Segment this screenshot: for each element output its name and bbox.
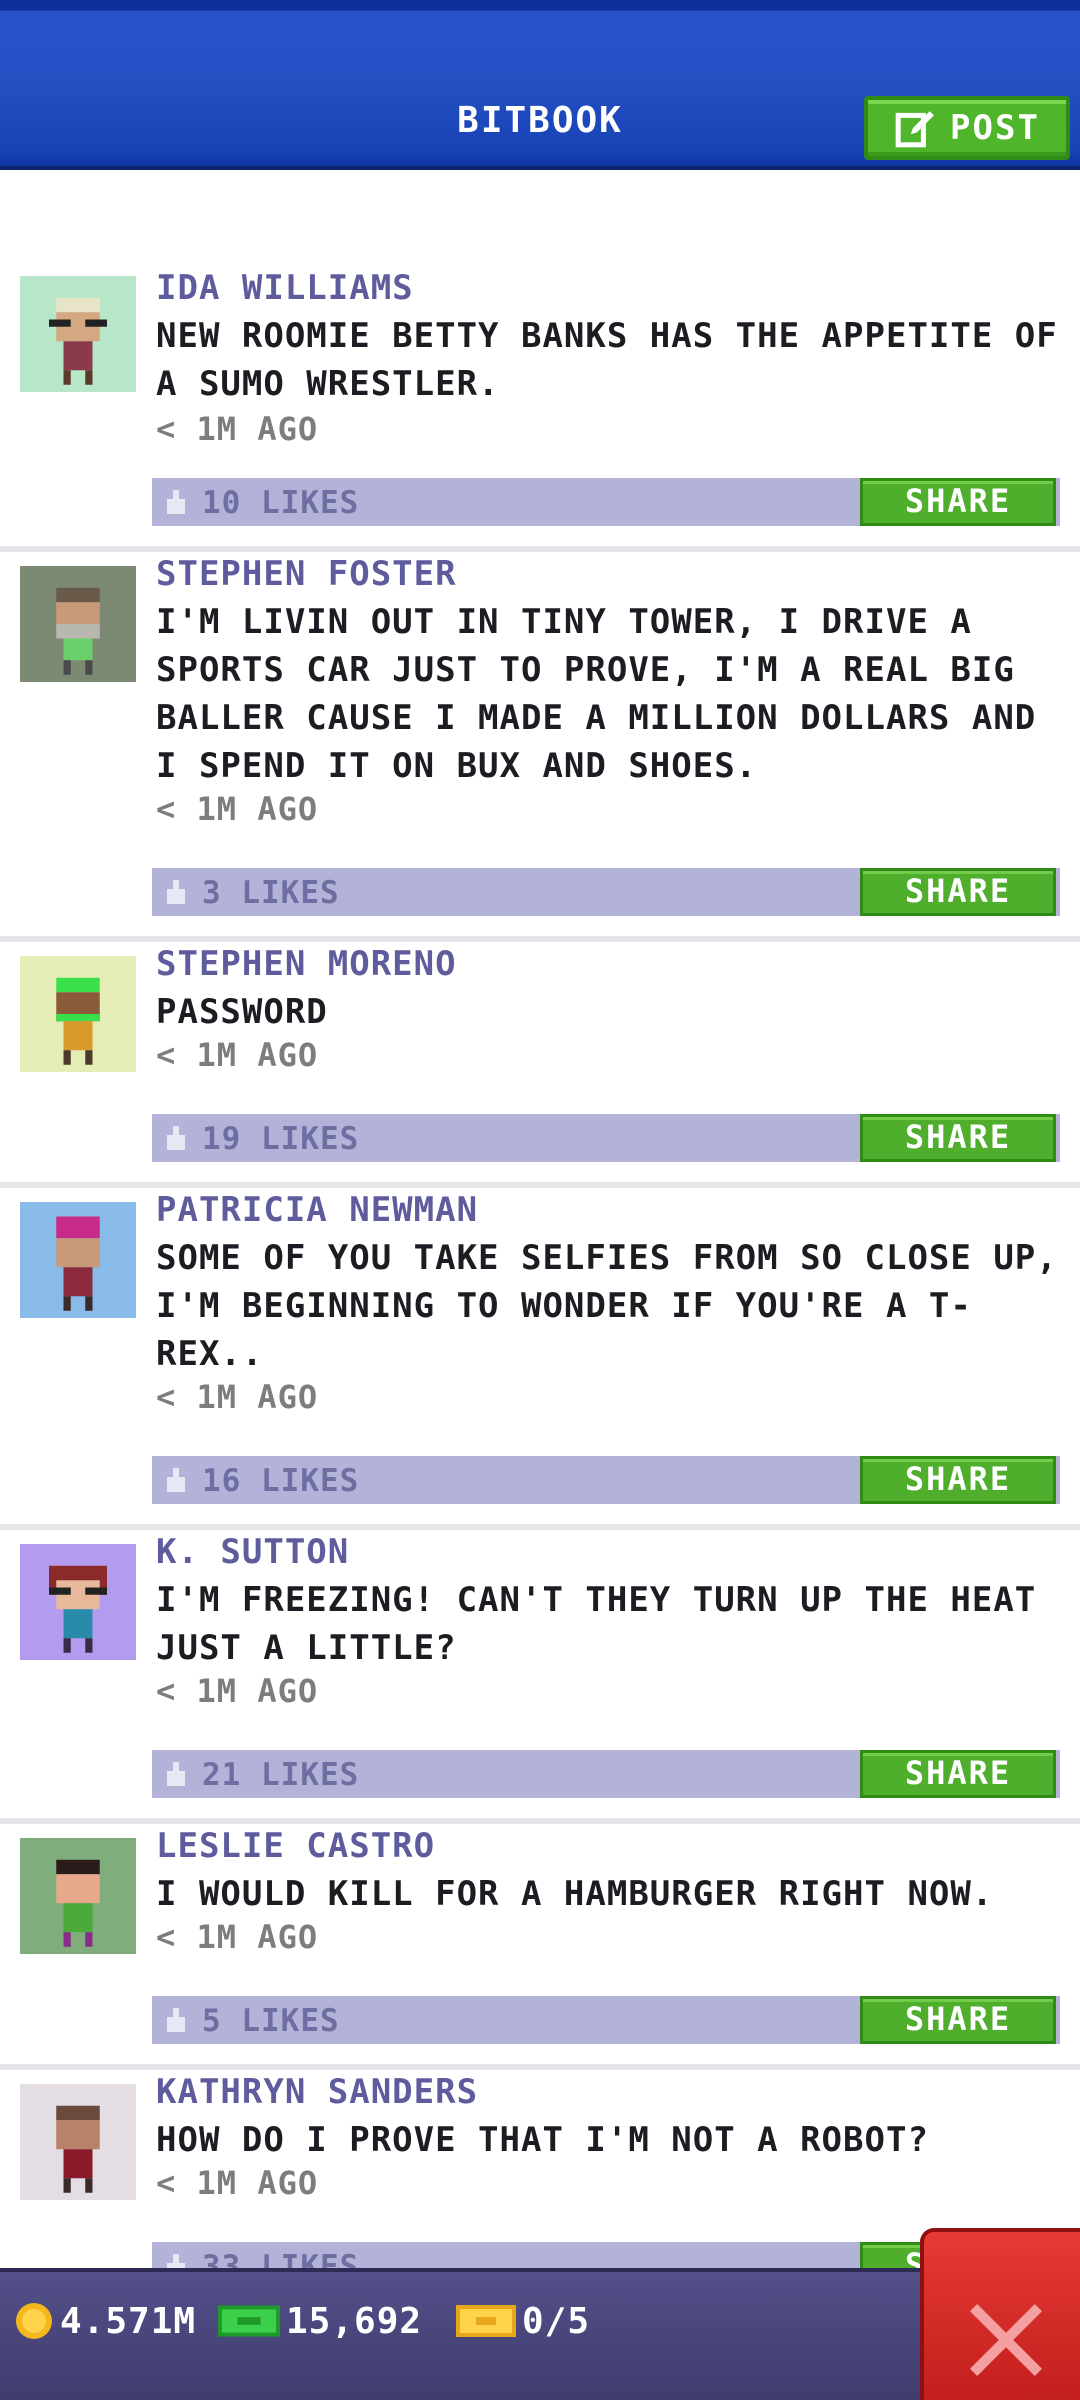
like-count: 19 LIKES xyxy=(202,1121,360,1157)
feed-post: STEPHEN FOSTER I'M LIVIN OUT IN TINY TOW… xyxy=(0,552,1080,942)
post-text: I'M FREEZING! CAN'T THEY TURN UP THE HEA… xyxy=(156,1580,1037,1668)
post-text: NEW ROOMIE BETTY BANKS HAS THE APPETITE … xyxy=(156,316,1058,404)
avatar[interactable] xyxy=(20,2084,136,2200)
bux-value: 15,692 xyxy=(286,2300,423,2342)
bitizen-avatar-icon xyxy=(56,2105,100,2193)
avatar[interactable] xyxy=(20,1838,136,1954)
share-button[interactable]: SHARE xyxy=(860,478,1056,526)
thumbs-up-icon xyxy=(167,1126,185,1150)
like-count: 16 LIKES xyxy=(202,1463,360,1499)
share-button[interactable]: SHARE xyxy=(860,1750,1056,1798)
like-bar[interactable]: 10 LIKES SHARE xyxy=(152,478,1060,526)
post-time: < 1M AGO xyxy=(156,2164,319,2202)
feed-post: IDA WILLIAMS NEW ROOMIE BETTY BANKS HAS … xyxy=(0,176,1080,552)
post-text: PASSWORD xyxy=(156,992,328,1032)
avatar[interactable] xyxy=(20,1544,136,1660)
post-time: < 1M AGO xyxy=(156,1672,319,1710)
post-button-label: POST xyxy=(950,108,1040,148)
author-name[interactable]: STEPHEN MORENO xyxy=(156,944,457,984)
like-bar[interactable]: 16 LIKES SHARE xyxy=(152,1456,1060,1504)
close-x-icon xyxy=(970,2304,1042,2376)
feed-post: K. SUTTON I'M FREEZING! CAN'T THEY TURN … xyxy=(0,1530,1080,1824)
avatar[interactable] xyxy=(20,276,136,392)
avatar[interactable] xyxy=(20,1202,136,1318)
coins-stat: 4.571M xyxy=(14,2296,196,2346)
share-button[interactable]: SHARE xyxy=(860,1996,1056,2044)
thumbs-up-icon xyxy=(167,2008,185,2032)
compose-icon xyxy=(895,111,934,148)
bitizen-avatar-icon xyxy=(49,1565,107,1653)
share-button[interactable]: SHARE xyxy=(860,1114,1056,1162)
app-header: BITBOOK POST xyxy=(0,0,1080,170)
post-time: < 1M AGO xyxy=(156,1036,319,1074)
bux-stat: 15,692 xyxy=(218,2296,422,2346)
post-text: SOME OF YOU TAKE SELFIES FROM SO CLOSE U… xyxy=(156,1238,1058,1374)
bitizen-avatar-icon xyxy=(56,1859,100,1947)
feed-post: LESLIE CASTRO I WOULD KILL FOR A HAMBURG… xyxy=(0,1824,1080,2070)
author-name[interactable]: LESLIE CASTRO xyxy=(156,1826,435,1866)
bitbook-feed[interactable]: IDA WILLIAMS NEW ROOMIE BETTY BANKS HAS … xyxy=(0,176,1080,2268)
bitizen-avatar-icon xyxy=(49,297,107,385)
avatar[interactable] xyxy=(20,956,136,1072)
post-text: I WOULD KILL FOR A HAMBURGER RIGHT NOW. xyxy=(156,1874,994,1914)
bitizen-avatar-icon xyxy=(56,977,100,1065)
like-bar[interactable]: 19 LIKES SHARE xyxy=(152,1114,1060,1162)
coins-value: 4.571M xyxy=(60,2300,197,2342)
avatar[interactable] xyxy=(20,566,136,682)
feed-post: STEPHEN MORENO PASSWORD < 1M AGO 19 LIKE… xyxy=(0,942,1080,1188)
thumbs-up-icon xyxy=(167,1468,185,1492)
feed-post: KATHRYN SANDERS HOW DO I PROVE THAT I'M … xyxy=(0,2070,1080,2268)
like-count: 21 LIKES xyxy=(202,1757,360,1793)
thumbs-up-icon xyxy=(167,880,185,904)
like-count: 5 LIKES xyxy=(202,2003,340,2039)
tickets-stat: 0/5 xyxy=(456,2296,590,2346)
bitizen-avatar-icon xyxy=(56,587,100,675)
author-name[interactable]: STEPHEN FOSTER xyxy=(156,554,457,594)
post-time: < 1M AGO xyxy=(156,410,319,448)
bitizen-avatar-icon xyxy=(56,1216,100,1311)
like-count: 33 LIKES xyxy=(202,2249,360,2268)
thumbs-up-icon xyxy=(167,2254,185,2268)
ticket-icon xyxy=(456,2305,516,2337)
post-time: < 1M AGO xyxy=(156,790,319,828)
thumbs-up-icon xyxy=(167,490,185,514)
post-time: < 1M AGO xyxy=(156,1918,319,1956)
like-count: 3 LIKES xyxy=(202,875,340,911)
like-bar[interactable]: 21 LIKES SHARE xyxy=(152,1750,1060,1798)
author-name[interactable]: PATRICIA NEWMAN xyxy=(156,1190,478,1230)
bux-cash-icon xyxy=(218,2305,280,2337)
post-time: < 1M AGO xyxy=(156,1378,319,1416)
post-button[interactable]: POST xyxy=(864,96,1070,160)
like-count: 10 LIKES xyxy=(202,485,360,521)
share-button[interactable]: SHARE xyxy=(860,868,1056,916)
coin-icon xyxy=(16,2303,52,2339)
close-button[interactable] xyxy=(920,2228,1080,2400)
share-button[interactable]: SHARE xyxy=(860,1456,1056,1504)
author-name[interactable]: KATHRYN SANDERS xyxy=(156,2072,478,2112)
feed-post: PATRICIA NEWMAN SOME OF YOU TAKE SELFIES… xyxy=(0,1188,1080,1530)
tickets-value: 0/5 xyxy=(522,2300,591,2342)
post-text: HOW DO I PROVE THAT I'M NOT A ROBOT? xyxy=(156,2120,929,2160)
currency-bar: 4.571M 15,692 0/5 xyxy=(0,2268,1080,2400)
author-name[interactable]: IDA WILLIAMS xyxy=(156,268,414,308)
post-text: I'M LIVIN OUT IN TINY TOWER, I DRIVE A S… xyxy=(156,602,1037,786)
like-bar[interactable]: 3 LIKES SHARE xyxy=(152,868,1060,916)
thumbs-up-icon xyxy=(167,1762,185,1786)
like-bar[interactable]: 5 LIKES SHARE xyxy=(152,1996,1060,2044)
author-name[interactable]: K. SUTTON xyxy=(156,1532,349,1572)
